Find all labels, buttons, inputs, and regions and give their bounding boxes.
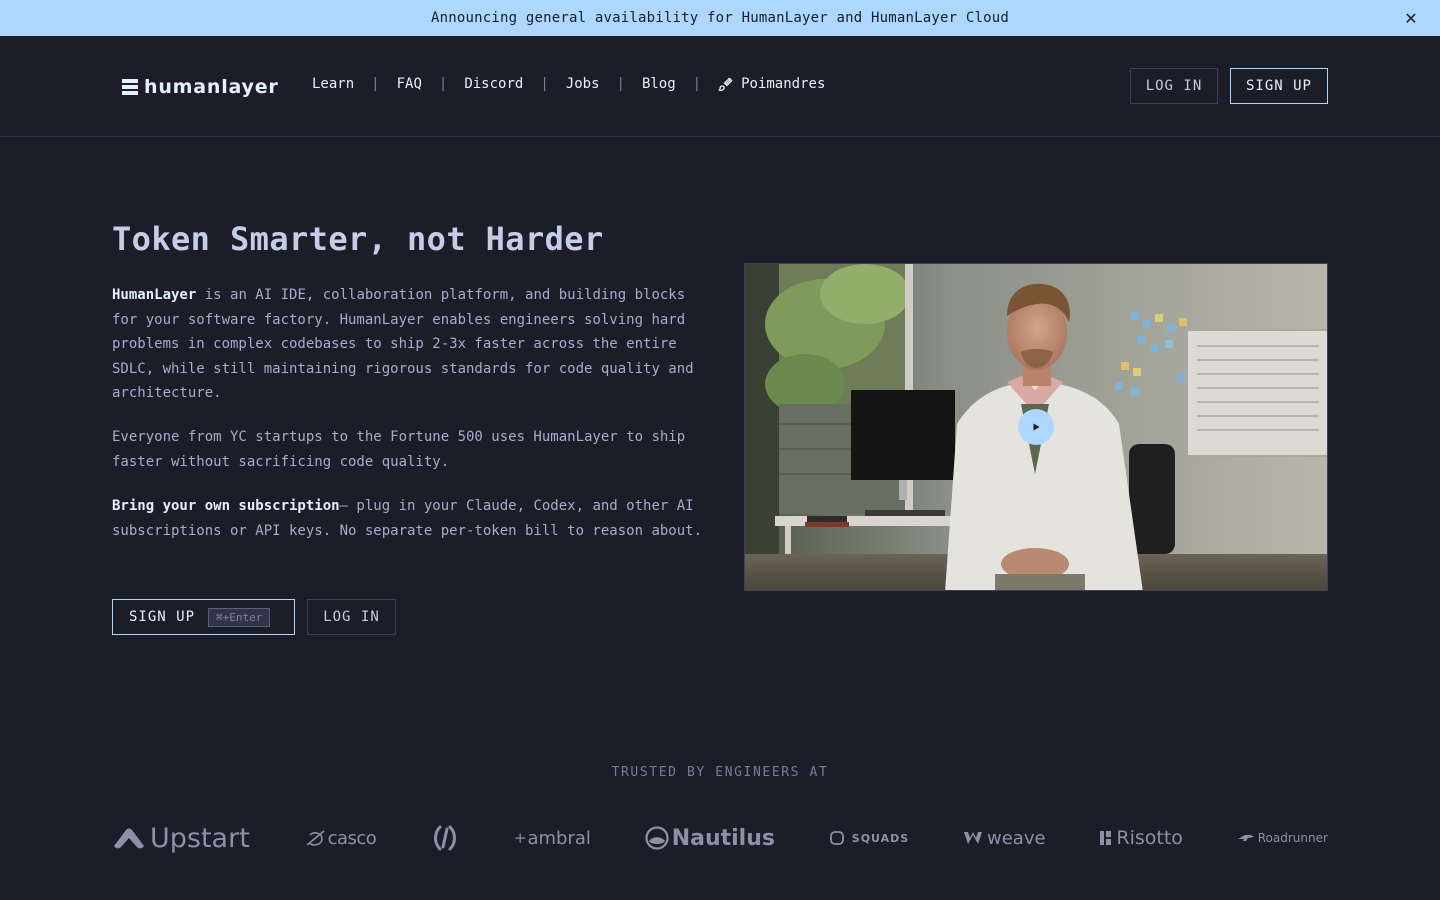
nav-separator: | — [692, 76, 702, 92]
ambral-logo: + ambral — [514, 828, 591, 849]
byos-heading: Bring your own subscription — [112, 498, 340, 514]
hero-title: Token Smarter, not Harder — [112, 220, 604, 258]
weave-logo: weave — [963, 828, 1046, 849]
trusted-heading: TRUSTED BY ENGINEERS AT — [611, 765, 829, 780]
site-header: humanlayer Learn | FAQ | Discord | Jobs … — [0, 36, 1440, 137]
hero-intro-paragraph: HumanLayer is an AI IDE, collaboration p… — [112, 283, 702, 406]
risotto-mark-icon — [1100, 831, 1112, 845]
nav-faq[interactable]: FAQ — [397, 76, 422, 92]
nav-jobs[interactable]: Jobs — [566, 76, 600, 92]
nav-blog[interactable]: Blog — [642, 76, 676, 92]
roadrunner-text: Roadrunner — [1257, 831, 1328, 845]
casco-mark-icon — [306, 830, 325, 846]
signup-label: SIGN UP — [129, 609, 196, 625]
nav-separator: | — [540, 76, 549, 92]
roadrunner-logo: Roadrunner — [1237, 831, 1328, 845]
close-icon[interactable]: ✕ — [1402, 9, 1420, 28]
paintbrush-icon — [718, 76, 733, 91]
ambral-mark-icon: + — [513, 829, 527, 847]
risotto-logo: Risotto — [1099, 827, 1183, 849]
nautilus-mark-icon — [645, 826, 669, 850]
hero-byos-paragraph: Bring your own subscription— plug in you… — [112, 494, 702, 543]
play-icon — [1033, 423, 1040, 431]
main-nav: Learn | FAQ | Discord | Jobs | Blog | Po… — [312, 76, 825, 92]
risotto-text: Risotto — [1116, 827, 1183, 849]
upstart-mark-icon — [114, 828, 144, 849]
logo-text: humanlayer — [144, 76, 279, 98]
nav-learn[interactable]: Learn — [312, 76, 354, 92]
parentheses-logo — [430, 823, 460, 853]
upstart-logo: Upstart — [112, 823, 250, 854]
header-login-button[interactable]: LOG IN — [1130, 68, 1218, 104]
casco-logo: casco — [304, 827, 377, 849]
theme-switcher[interactable]: Poimandres — [718, 76, 825, 92]
squads-text: SQUADS — [851, 831, 910, 845]
roadrunner-mark-icon — [1237, 835, 1254, 841]
squads-mark-icon — [829, 831, 844, 845]
intro-text: is an AI IDE, collaboration platform, an… — [112, 287, 694, 402]
keyboard-shortcut: ⌘+Enter — [208, 607, 271, 627]
nav-separator: | — [438, 76, 448, 92]
weave-text: weave — [987, 827, 1046, 849]
upstart-text: Upstart — [150, 822, 250, 854]
customer-logos: Upstart casco + ambral Nautilus SQUADS w… — [112, 815, 1328, 861]
squads-logo: SQUADS — [829, 830, 909, 846]
logo-mark-icon — [122, 79, 138, 95]
weave-mark-icon — [964, 832, 983, 844]
header-signup-button[interactable]: SIGN UP — [1230, 68, 1328, 104]
parentheses-mark-icon — [434, 825, 457, 851]
demo-video[interactable] — [744, 263, 1328, 591]
ambral-text: ambral — [527, 827, 591, 849]
brand-name: HumanLayer — [112, 287, 197, 303]
hero-signup-button[interactable]: SIGN UP ⌘+Enter — [112, 599, 295, 635]
nautilus-text: Nautilus — [671, 825, 775, 851]
humanlayer-logo[interactable]: humanlayer — [122, 76, 279, 98]
nav-separator: | — [371, 76, 380, 92]
nav-separator: | — [616, 76, 625, 92]
announcement-text: Announcing general availability for Huma… — [430, 10, 1010, 26]
announcement-banner: Announcing general availability for Huma… — [0, 0, 1440, 36]
casco-text: casco — [327, 827, 377, 849]
nav-discord[interactable]: Discord — [464, 76, 523, 92]
theme-label: Poimandres — [741, 76, 826, 92]
play-button[interactable] — [1018, 409, 1054, 445]
nautilus-logo: Nautilus — [645, 826, 775, 851]
hero-customers-paragraph: Everyone from YC startups to the Fortune… — [112, 429, 686, 470]
hero-login-button[interactable]: LOG IN — [307, 599, 396, 635]
